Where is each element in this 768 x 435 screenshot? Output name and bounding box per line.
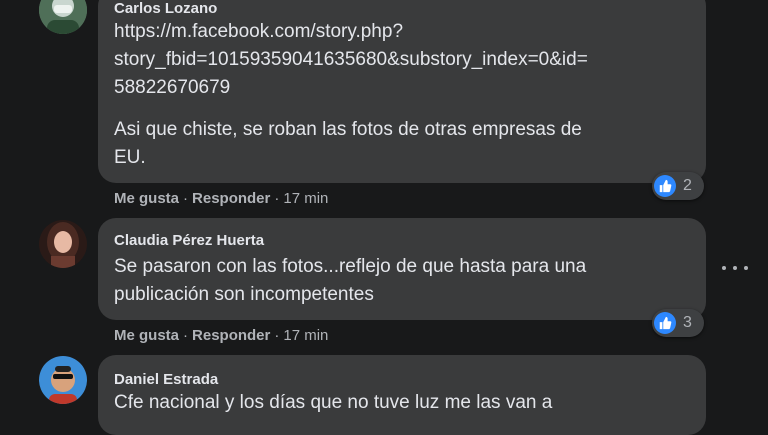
- like-icon: [654, 175, 676, 197]
- separator: ·: [274, 190, 280, 207]
- comment-text-line: EU.: [114, 147, 146, 168]
- comment-bubble-daniel: Daniel Estrada Cfe nacional y los días q…: [98, 355, 706, 435]
- comment-author[interactable]: Claudia Pérez Huerta: [114, 232, 264, 249]
- reaction-summary[interactable]: 3: [652, 309, 704, 337]
- separator: ·: [183, 190, 189, 207]
- separator: ·: [274, 327, 280, 344]
- more-options-icon[interactable]: [722, 256, 748, 280]
- like-icon: [654, 312, 676, 334]
- reaction-summary[interactable]: 2: [652, 172, 704, 200]
- comment-text-line: publicación son incompetentes: [114, 284, 374, 305]
- avatar-claudia[interactable]: [39, 220, 87, 268]
- comment-text: Cfe nacional y los días que no tuve luz …: [114, 389, 694, 417]
- comment-text: Asi que chiste, se roban las fotos de ot…: [114, 116, 694, 172]
- like-link[interactable]: Me gusta: [114, 327, 179, 344]
- comment-timestamp[interactable]: 17 min: [283, 327, 328, 344]
- comment-text-line: Cfe nacional y los días que no tuve luz …: [114, 392, 553, 413]
- reply-link[interactable]: Responder: [192, 190, 270, 207]
- comment-author[interactable]: Daniel Estrada: [114, 371, 218, 388]
- reaction-count: 2: [683, 177, 692, 194]
- comment-text-line: https://m.facebook.com/story.php?: [114, 21, 404, 42]
- comment-timestamp[interactable]: 17 min: [283, 190, 328, 207]
- reaction-count: 3: [683, 314, 692, 331]
- reply-link[interactable]: Responder: [192, 327, 270, 344]
- comment-author[interactable]: Carlos Lozano: [114, 0, 217, 17]
- comment-text-line: 58822670679: [114, 77, 231, 98]
- like-link[interactable]: Me gusta: [114, 190, 179, 207]
- comment-bubble-claudia: Claudia Pérez Huerta Se pasaron con las …: [98, 218, 706, 320]
- comment-actions: Me gusta · Responder · 17 min: [114, 190, 328, 207]
- avatar-carlos[interactable]: [39, 0, 87, 34]
- comment-text-line: Se pasaron con las fotos...reflejo de qu…: [114, 256, 587, 277]
- comment-text: Se pasaron con las fotos...reflejo de qu…: [114, 253, 694, 309]
- comment-actions: Me gusta · Responder · 17 min: [114, 327, 328, 344]
- avatar-daniel[interactable]: [39, 356, 87, 404]
- comment-bubble-carlos: Carlos Lozano https://m.facebook.com/sto…: [98, 0, 706, 183]
- comment-text-line: Asi que chiste, se roban las fotos de ot…: [114, 119, 582, 140]
- separator: ·: [183, 327, 189, 344]
- comment-text-link[interactable]: https://m.facebook.com/story.php? story_…: [114, 18, 694, 102]
- comment-text-line: story_fbid=10159359041635680&substory_in…: [114, 49, 588, 70]
